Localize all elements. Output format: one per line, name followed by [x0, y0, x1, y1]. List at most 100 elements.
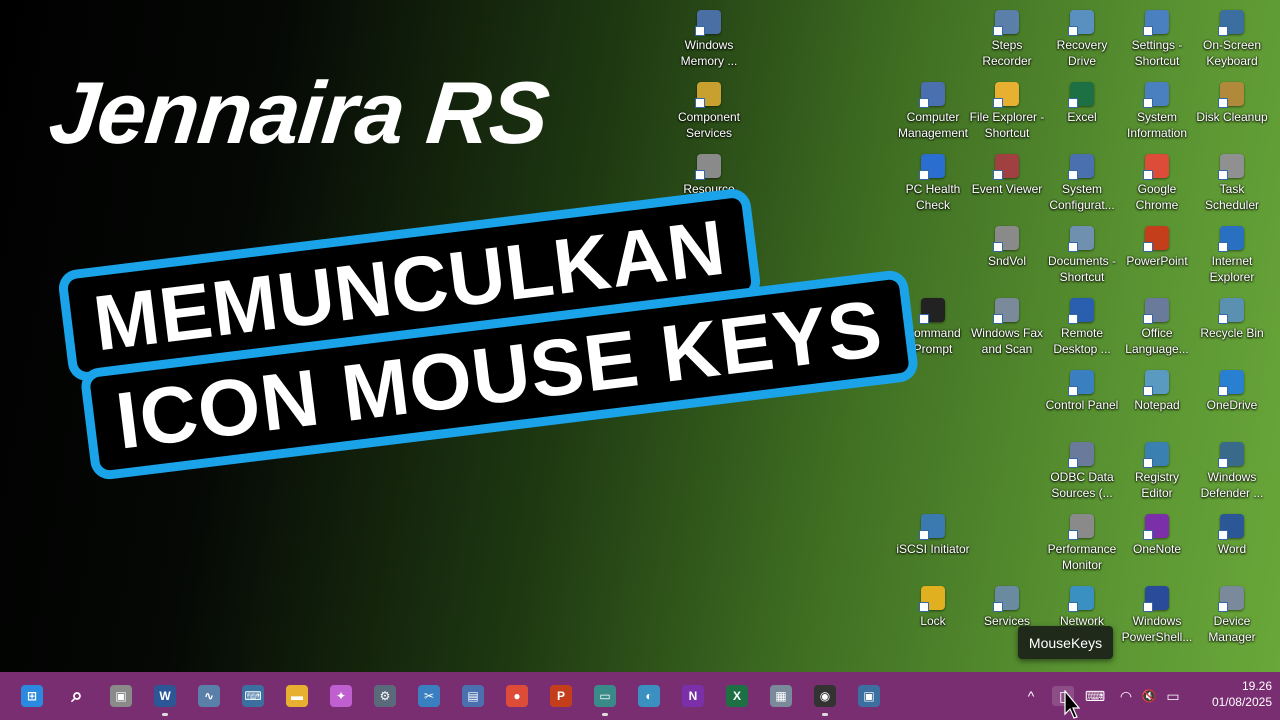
taskbar-copilot-button[interactable]: ✦ [325, 680, 357, 712]
desktop-icon[interactable]: Recovery Drive [1044, 4, 1120, 74]
office-language-icon [1143, 298, 1169, 324]
taskbar-computer-management-button[interactable]: ▤ [457, 680, 489, 712]
on-screen-keyboard-icon: ⌨ [242, 685, 264, 707]
fax-icon [993, 298, 1019, 324]
taskbar-file-explorer-button[interactable]: ▬ [281, 680, 313, 712]
resource-monitor-icon: ∿ [198, 685, 220, 707]
desktop-icon[interactable]: Disk Cleanup [1194, 76, 1270, 146]
desktop-icon-label: OneNote [1132, 542, 1182, 556]
battery-icon[interactable]: ▭ [1162, 686, 1184, 706]
desktop-icon[interactable]: Recycle Bin [1194, 292, 1270, 362]
task-view-icon: ▣ [110, 685, 132, 707]
taskbar-on-screen-keyboard-button[interactable]: ⌨ [237, 680, 269, 712]
wifi-icon[interactable]: ◠ [1115, 686, 1137, 706]
search-icon: ⌕ [71, 684, 83, 707]
taskbar-settings-button[interactable]: ⚙ [369, 680, 401, 712]
desktop-icon[interactable]: File Explorer - Shortcut [969, 76, 1045, 146]
file-explorer-icon: ▬ [286, 685, 308, 707]
taskbar-remote-button[interactable]: ▭ [589, 680, 621, 716]
taskbar-obs-button[interactable]: ◉ [809, 680, 841, 716]
desktop-icon[interactable]: Device Manager [1194, 580, 1270, 650]
desktop-icon-label: Windows Defender ... [1200, 470, 1264, 500]
desktop-icon-label: Documents - Shortcut [1047, 254, 1117, 284]
desktop-icon[interactable]: Lock [895, 580, 971, 650]
desktop-icon[interactable]: Notepad [1119, 364, 1195, 434]
taskbar-snipping-button[interactable]: ✂ [413, 680, 445, 712]
desktop-icon-label: Steps Recorder [982, 38, 1032, 68]
desktop-icon[interactable]: Windows PowerShell... [1119, 580, 1195, 650]
taskbar-resource-monitor-button[interactable]: ∿ [193, 680, 225, 712]
desktop-icon[interactable]: Event Viewer [969, 148, 1045, 218]
desktop-icon[interactable]: OneNote [1119, 508, 1195, 578]
desktop-icon[interactable]: OneDrive [1194, 364, 1270, 434]
taskbar-onenote-button[interactable]: N [677, 680, 709, 712]
desktop-icon[interactable]: Windows Fax and Scan [969, 292, 1045, 362]
taskbar-system-info-button[interactable]: ▣ [853, 680, 885, 712]
settings-icon: ⚙ [374, 685, 396, 707]
clock-date: 01/08/2025 [1211, 695, 1272, 709]
desktop-icon[interactable]: Documents - Shortcut [1044, 220, 1120, 290]
desktop-icon[interactable]: Word [1194, 508, 1270, 578]
start-button[interactable]: ⊞ [16, 680, 48, 712]
desktop-icon[interactable]: Excel [1044, 76, 1120, 146]
remote-icon: ▭ [594, 685, 616, 707]
desktop-icon[interactable]: Component Services [671, 76, 747, 146]
desktop-icon[interactable]: Internet Explorer [1194, 220, 1270, 290]
desktop-icon[interactable]: Google Chrome [1119, 148, 1195, 218]
desktop-icon[interactable]: iSCSI Initiator [895, 508, 971, 578]
desktop-icon-label: PC Health Check [905, 182, 961, 212]
taskbar-search-button[interactable]: ⌕ [61, 680, 93, 712]
chrome-icon [1143, 154, 1169, 180]
desktop-icon[interactable]: Office Language... [1119, 292, 1195, 362]
volume-muted-icon[interactable]: 🔇 [1138, 686, 1160, 706]
keyboard-tray-icon[interactable]: ⌨ [1084, 686, 1106, 706]
desktop-icon[interactable]: Settings - Shortcut [1119, 4, 1195, 74]
desktop-icon[interactable]: Control Panel [1044, 364, 1120, 434]
taskbar-word-button[interactable]: W [149, 680, 181, 716]
desktop-icon[interactable]: Steps Recorder [969, 4, 1045, 74]
taskbar-device-button[interactable]: ▦ [765, 680, 797, 712]
notepad-icon [1143, 370, 1169, 396]
computer-management-icon [919, 82, 945, 108]
folder-icon [993, 82, 1019, 108]
desktop-icon[interactable]: PC Health Check [895, 148, 971, 218]
show-hidden-icons-chevron-icon[interactable]: ^ [1020, 686, 1042, 706]
powerpoint-icon: P [550, 685, 572, 707]
mousekeys-tooltip: MouseKeys [1018, 626, 1113, 659]
event-viewer-icon [993, 154, 1019, 180]
recycle-bin-icon [1218, 298, 1244, 324]
chrome-icon: ● [506, 685, 528, 707]
clock[interactable]: 19.26 01/08/2025 [1194, 678, 1272, 710]
desktop-icon[interactable]: System Information [1119, 76, 1195, 146]
desktop-icon[interactable]: Windows Memory ... [671, 4, 747, 74]
word-icon [1218, 514, 1244, 540]
desktop-icon[interactable]: On-Screen Keyboard [1194, 4, 1270, 74]
desktop-icon-label: Event Viewer [971, 182, 1043, 196]
desktop-icon[interactable]: Task Scheduler [1194, 148, 1270, 218]
desktop-icon-label: Device Manager [1208, 614, 1256, 644]
taskbar-powerpoint-button[interactable]: P [545, 680, 577, 712]
desktop-icon[interactable]: ODBC Data Sources (... [1044, 436, 1120, 506]
desktop-icon[interactable]: Performance Monitor [1044, 508, 1120, 578]
onedrive-icon [1218, 370, 1244, 396]
desktop-icon-label: System Configurat... [1049, 182, 1115, 212]
system-info-icon: ▣ [858, 685, 880, 707]
remote-desktop-icon [1068, 298, 1094, 324]
desktop-icon[interactable]: System Configurat... [1044, 148, 1120, 218]
taskbar-paint-button[interactable]: ◐ [633, 680, 665, 712]
desktop-icon-label: Disk Cleanup [1196, 110, 1268, 124]
memory-icon [695, 10, 721, 36]
desktop-icon[interactable]: Computer Management [895, 76, 971, 146]
desktop-icon[interactable]: Remote Desktop ... [1044, 292, 1120, 362]
desktop-icon[interactable]: Windows Defender ... [1194, 436, 1270, 506]
network-icon [1068, 586, 1094, 612]
taskbar-task-view-button[interactable]: ▣ [105, 680, 137, 712]
taskbar-excel-button[interactable]: X [721, 680, 753, 712]
desktop-icon[interactable]: Registry Editor [1119, 436, 1195, 506]
taskbar-chrome-button[interactable]: ● [501, 680, 533, 712]
obs-icon: ◉ [814, 685, 836, 707]
onenote-icon [1143, 514, 1169, 540]
defender-icon [1218, 442, 1244, 468]
desktop-icon[interactable]: PowerPoint [1119, 220, 1195, 290]
desktop-icon[interactable]: SndVol [969, 220, 1045, 290]
